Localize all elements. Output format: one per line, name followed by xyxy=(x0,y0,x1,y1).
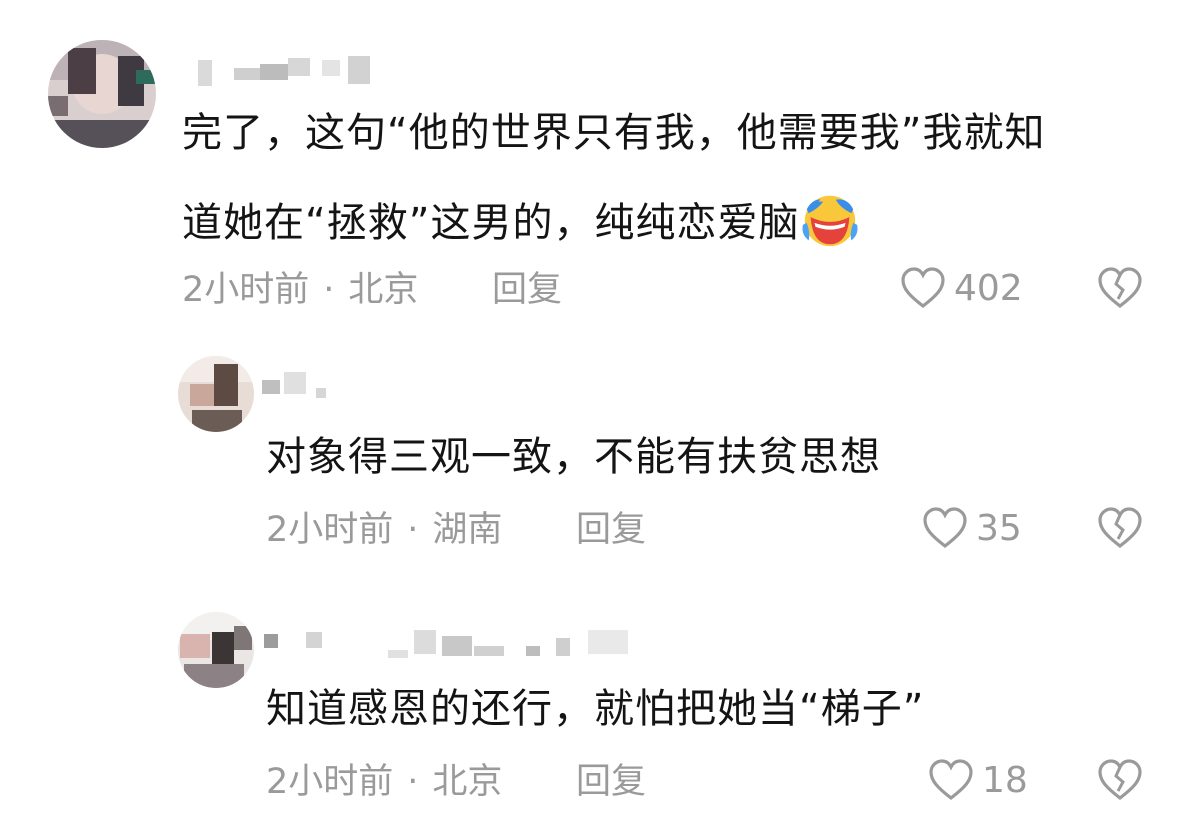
like-button[interactable]: 402 xyxy=(900,266,1023,310)
laughing-crying-emoji xyxy=(802,195,858,247)
meta-separator: · xyxy=(323,270,335,310)
comment-meta: 2小时前 · 北京 xyxy=(266,760,502,804)
reply-comment-item: 对象得三观一致，不能有扶贫思想 2小时前 · 湖南 回复 35 xyxy=(0,340,1200,570)
comment-meta: 2小时前 · 湖南 xyxy=(266,508,502,552)
meta-separator: · xyxy=(407,762,419,802)
reply-comment-item: 知道感恩的还行，就怕把她当“梯子” 2小时前 · 北京 回复 18 xyxy=(0,600,1200,837)
broken-heart-icon xyxy=(1098,267,1142,309)
like-button[interactable]: 35 xyxy=(922,506,1022,550)
dislike-button[interactable] xyxy=(1096,266,1144,314)
meta-separator: · xyxy=(407,510,419,550)
comment-text-line: 道她在“拯救”这男的，纯纯恋爱脑 xyxy=(182,178,1172,268)
comment-time: 2小时前 xyxy=(182,270,310,310)
comment-meta: 2小时前 · 北京 xyxy=(182,268,418,312)
avatar[interactable] xyxy=(48,40,156,148)
comment-location: 北京 xyxy=(348,270,419,310)
comment-text-line: 完了，这句“他的世界只有我，他需要我”我就知 xyxy=(182,110,1046,156)
heart-outline-icon xyxy=(929,759,973,801)
username-blurred[interactable] xyxy=(262,370,332,404)
dislike-button[interactable] xyxy=(1096,506,1144,554)
reply-button[interactable]: 回复 xyxy=(492,268,562,312)
heart-outline-icon xyxy=(901,267,945,309)
avatar[interactable] xyxy=(178,356,254,432)
comment-text: 对象得三观一致，不能有扶贫思想 xyxy=(266,434,881,480)
comment-item: 完了，这句“他的世界只有我，他需要我”我就知 道她在“拯救”这男的，纯纯恋爱脑 … xyxy=(0,0,1200,330)
comment-text: 知道感恩的还行，就怕把她当“梯子” xyxy=(266,686,925,732)
comment-time: 2小时前 xyxy=(266,762,394,802)
avatar[interactable] xyxy=(178,612,254,688)
comment-text: 完了，这句“他的世界只有我，他需要我”我就知 道她在“拯救”这男的，纯纯恋爱脑 xyxy=(182,88,1172,268)
broken-heart-icon xyxy=(1098,507,1142,549)
heart-outline-icon xyxy=(923,507,967,549)
comment-location: 北京 xyxy=(432,762,503,802)
username-blurred[interactable] xyxy=(264,626,644,660)
reply-button[interactable]: 回复 xyxy=(576,508,646,552)
like-count: 402 xyxy=(954,267,1023,309)
like-button[interactable]: 18 xyxy=(928,758,1028,802)
like-count: 35 xyxy=(976,507,1022,549)
username-blurred[interactable] xyxy=(198,52,388,86)
like-count: 18 xyxy=(982,759,1028,801)
comment-time: 2小时前 xyxy=(266,510,394,550)
broken-heart-icon xyxy=(1098,759,1142,801)
dislike-button[interactable] xyxy=(1096,758,1144,806)
reply-button[interactable]: 回复 xyxy=(576,760,646,804)
comment-location: 湖南 xyxy=(432,510,503,550)
